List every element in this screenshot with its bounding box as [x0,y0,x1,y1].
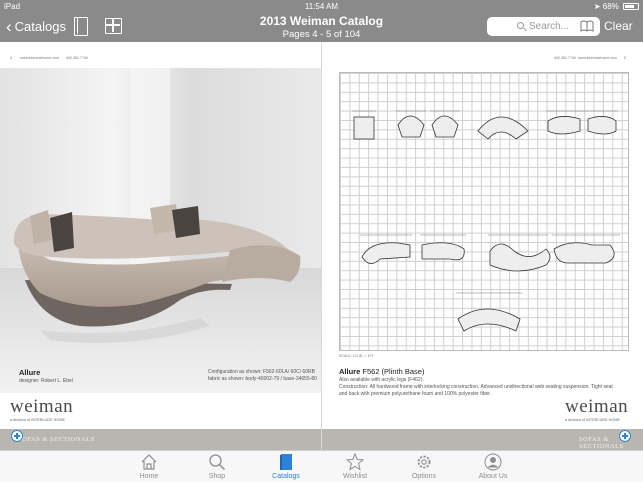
left-header-phone: 540.381.7740 [66,56,88,60]
construction-line-2: and back with premium polyurethane foam … [339,391,492,397]
weiman-logo-tag-left: a division of INTERLUDE HOME [10,418,66,422]
star-icon [346,453,364,471]
left-product-name: Allure [19,368,41,377]
left-footer-label: SOFAS & SECTIONALS [18,436,95,443]
fabric-line: fabric as shown: body-40002-79 / base-34… [208,376,317,382]
right-footer-band: SOFAS & SECTIONALS [322,429,643,450]
tab-catalogs-label: Catalogs [272,473,300,480]
tab-shop-label: Shop [208,473,226,480]
right-footer-label: SOFAS & SECTIONALS [579,436,624,450]
tab-wishlist[interactable]: Wishlist [325,453,385,480]
search-icon [517,22,524,29]
tab-catalogs[interactable]: Catalogs [256,453,316,480]
scale-label: SCALE: 1/4 IN. = 1FT [339,354,374,358]
weiman-logo-left: weiman [10,396,74,417]
status-time: 11:54 AM [304,2,339,11]
catalog-spread[interactable]: 4 www.interludehome.com 540.381.7740 All… [0,42,643,450]
left-header-url: www.interludehome.com [20,56,60,60]
acrylic-legs-note: Also available with acrylic legs (F462). [339,377,424,383]
catalog-book-icon [280,454,292,470]
gear-icon [417,455,431,469]
battery-status: ➤ 68% [594,2,639,11]
navigation-bar: ‹ Catalogs 2013 Weiman Catalog Pages 4 - … [0,14,643,42]
clear-button[interactable]: Clear [604,19,633,33]
configuration-line: Configuration as shown: F562-60LA/ 60C/ … [208,369,316,375]
dimension-drawing-grid [339,72,629,351]
right-product-title: Allure [339,367,361,376]
weiman-logo-right: weiman [565,396,629,417]
person-icon [484,453,502,471]
tab-shop[interactable]: Shop [187,453,247,480]
catalog-page-left: 4 www.interludehome.com 540.381.7740 All… [0,42,321,450]
weiman-logo-tag-right: a division of INTERLUDE HOME [565,418,621,422]
right-header-url: www.interludehome.com [578,56,618,60]
sofa-plan-drawings [352,110,620,332]
right-header-phone: 540.381.7740 [554,56,576,60]
left-page-number: 4 [10,56,12,60]
zoom-plus-right-icon[interactable] [619,430,631,442]
zoom-plus-left-icon[interactable] [11,430,23,442]
battery-percent: 68% [602,2,619,11]
tab-home-label: Home [139,473,159,480]
right-product-name: Allure F562 (Plinth Base) [339,367,424,376]
search-icon [209,454,226,471]
tab-home[interactable]: Home [119,453,179,480]
designer-credit: designer: Robert L. Ebel [19,378,73,384]
tab-options[interactable]: Options [394,453,454,480]
catalog-page-right: 540.381.7740 www.interludehome.com 5 SCA… [322,42,643,450]
right-page-number: 5 [624,56,626,60]
status-bar: iPad 11:54 AM ➤ 68% [0,0,643,14]
tab-bar: Home Shop Catalogs Wishlist Options Abou… [0,450,643,482]
tab-wishlist-label: Wishlist [342,473,368,480]
product-photo [0,68,321,393]
open-book-icon[interactable] [580,20,594,32]
home-icon [141,454,157,470]
left-footer-band: SOFAS & SECTIONALS [0,429,321,450]
location-arrow-icon: ➤ [593,2,601,11]
sofa-illustration [0,68,321,393]
construction-line-1: Construction: All hardwood frame with in… [339,384,613,390]
tab-about-us[interactable]: About Us [463,453,523,480]
tab-options-label: Options [411,473,437,480]
tab-about-us-label: About Us [478,473,508,480]
search-input[interactable]: Search... [487,17,600,36]
right-product-code: F562 (Plinth Base) [362,367,425,376]
battery-icon [623,3,639,10]
search-placeholder: Search... [529,21,570,32]
